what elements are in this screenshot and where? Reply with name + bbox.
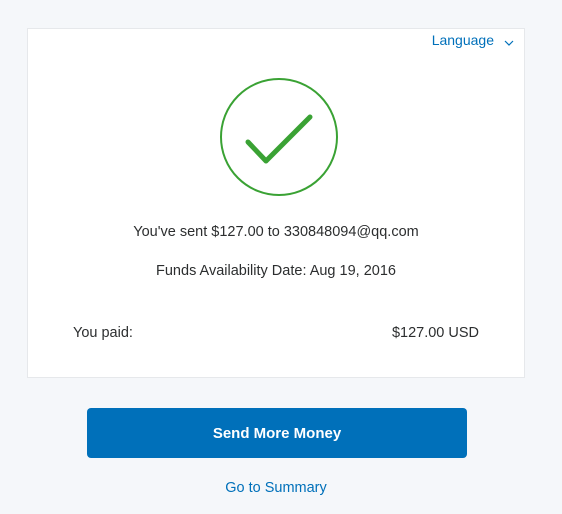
chevron-down-icon [504,35,514,46]
paid-label: You paid: [73,325,133,341]
language-label: Language [431,32,494,48]
confirmation-card: Language You've sent $127.00 to 33084809… [27,28,525,378]
success-checkmark-icon [219,77,339,197]
language-selector[interactable]: Language [432,32,514,48]
go-to-summary-link[interactable]: Go to Summary [0,480,552,496]
funds-availability-date: Funds Availability Date: Aug 19, 2016 [156,263,396,279]
sent-message: You've sent $127.00 to 330848094@qq.com [133,224,419,240]
send-more-money-button[interactable]: Send More Money [87,408,467,458]
paid-amount: $127.00 USD [391,325,479,341]
paid-row: You paid: $127.00 USD [73,325,479,341]
